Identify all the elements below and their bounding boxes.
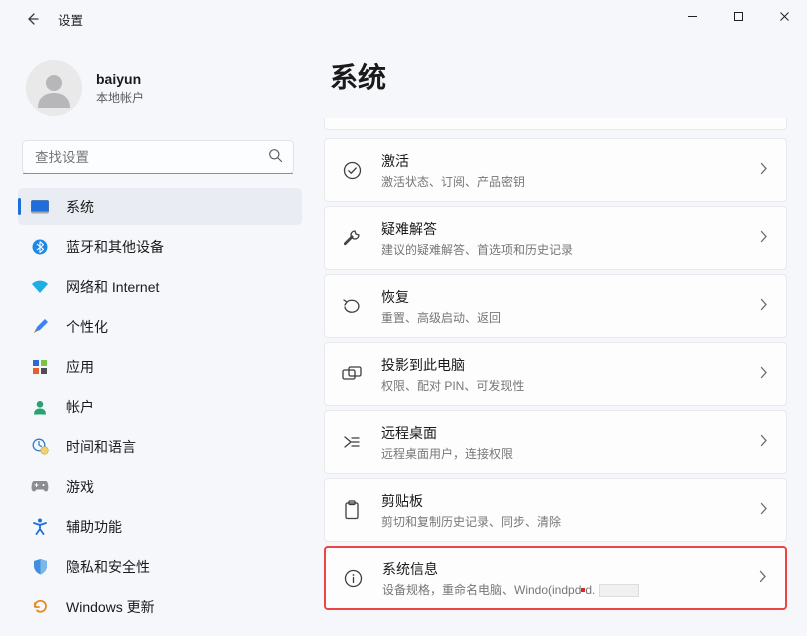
nav-item-system[interactable]: 系统 [18,188,302,225]
nav-item-time-language[interactable]: 时间和语言 [18,428,302,465]
paintbrush-icon [30,317,50,337]
nav-label: 帐户 [66,397,94,417]
card-sub: 剪切和复制历史记录、同步、清除 [381,513,752,530]
card-remote-desktop[interactable]: 远程桌面 远程桌面用户，连接权限 [324,410,787,474]
profile-name: baiyun [96,71,144,87]
check-circle-icon [341,159,363,181]
nav-label: 系统 [66,197,94,217]
titlebar: 设置 [0,0,807,38]
nav-label: 游戏 [66,477,94,497]
chevron-right-icon [760,434,768,450]
gamepad-icon [30,477,50,497]
card-sub: 权限、配对 PIN、可发现性 [381,377,752,394]
system-icon [30,197,50,217]
card-sub: 设备规格，重命名电脑、Windo(indpdd. [382,581,751,598]
maximize-button[interactable] [715,0,761,32]
page-title: 系统 [330,56,787,96]
wifi-icon [30,277,50,297]
nav-label: 网络和 Internet [66,277,159,297]
red-dot [581,588,585,592]
card-title: 剪贴板 [381,491,752,511]
nav-label: 个性化 [66,317,108,337]
nav-item-bluetooth[interactable]: 蓝牙和其他设备 [18,228,302,265]
avatar [26,60,82,116]
update-icon [30,597,50,617]
clipboard-icon [341,499,363,521]
partial-card-top [324,118,787,130]
bluetooth-icon [30,237,50,257]
nav-label: 应用 [66,357,94,377]
card-recovery[interactable]: 恢复 重置、高级启动、返回 [324,274,787,338]
nav-item-gaming[interactable]: 游戏 [18,468,302,505]
card-title: 激活 [381,151,752,171]
card-title: 系统信息 [382,559,751,579]
chevron-right-icon [760,298,768,314]
card-clipboard[interactable]: 剪贴板 剪切和复制历史记录、同步、清除 [324,478,787,542]
nav-label: 隐私和安全性 [66,557,150,577]
search-icon [268,148,283,166]
nav-item-accessibility[interactable]: 辅助功能 [18,508,302,545]
card-sub: 激活状态、订阅、产品密钥 [381,173,752,190]
card-sub: 远程桌面用户，连接权限 [381,445,752,462]
chevron-right-icon [760,162,768,178]
profile-sub: 本地帐户 [96,89,144,106]
card-troubleshoot[interactable]: 疑难解答 建议的疑难解答、首选项和历史记录 [324,206,787,270]
card-title: 疑难解答 [381,219,752,239]
person-icon [30,397,50,417]
clock-globe-icon [30,437,50,457]
card-sub: 重置、高级启动、返回 [381,309,752,326]
recovery-icon [341,295,363,317]
nav-label: 时间和语言 [66,437,136,457]
chevron-right-icon [760,230,768,246]
accessibility-icon [30,517,50,537]
chevron-right-icon [760,366,768,382]
card-sub: 建议的疑难解答、首选项和历史记录 [381,241,752,258]
remote-icon [341,431,363,453]
nav-list: 系统 蓝牙和其他设备 网络和 Internet [18,188,302,625]
wrench-icon [341,227,363,249]
nav-item-network[interactable]: 网络和 Internet [18,268,302,305]
nav-label: 辅助功能 [66,517,122,537]
project-icon [341,363,363,385]
sidebar: baiyun 本地帐户 系统 [0,38,310,636]
settings-list: 激活 激活状态、订阅、产品密钥 疑难解答 建议的疑难解答、首选项和历史记录 [324,118,787,610]
profile-block[interactable]: baiyun 本地帐户 [18,48,302,136]
card-title: 远程桌面 [381,423,752,443]
shield-icon [30,557,50,577]
card-title: 恢复 [381,287,752,307]
nav-item-apps[interactable]: 应用 [18,348,302,385]
nav-item-personalization[interactable]: 个性化 [18,308,302,345]
card-about[interactable]: 系统信息 设备规格，重命名电脑、Windo(indpdd. [324,546,787,610]
nav-item-privacy[interactable]: 隐私和安全性 [18,548,302,585]
card-project[interactable]: 投影到此电脑 权限、配对 PIN、可发现性 [324,342,787,406]
back-button[interactable] [18,5,46,33]
close-button[interactable] [761,0,807,32]
minimize-button[interactable] [669,0,715,32]
main-content: 系统 激活 激活状态、订阅、产品密钥 [310,38,807,636]
card-activation[interactable]: 激活 激活状态、订阅、产品密钥 [324,138,787,202]
nav-label: Windows 更新 [66,597,155,617]
card-title: 投影到此电脑 [381,355,752,375]
nav-item-windows-update[interactable]: Windows 更新 [18,588,302,625]
info-icon [342,567,364,589]
thumb-image [599,584,639,597]
window-title: 设置 [58,10,83,29]
nav-label: 蓝牙和其他设备 [66,237,164,257]
chevron-right-icon [760,502,768,518]
search-box[interactable] [22,140,294,174]
chevron-right-icon [759,570,767,586]
apps-icon [30,357,50,377]
search-input[interactable] [35,150,259,165]
nav-item-accounts[interactable]: 帐户 [18,388,302,425]
